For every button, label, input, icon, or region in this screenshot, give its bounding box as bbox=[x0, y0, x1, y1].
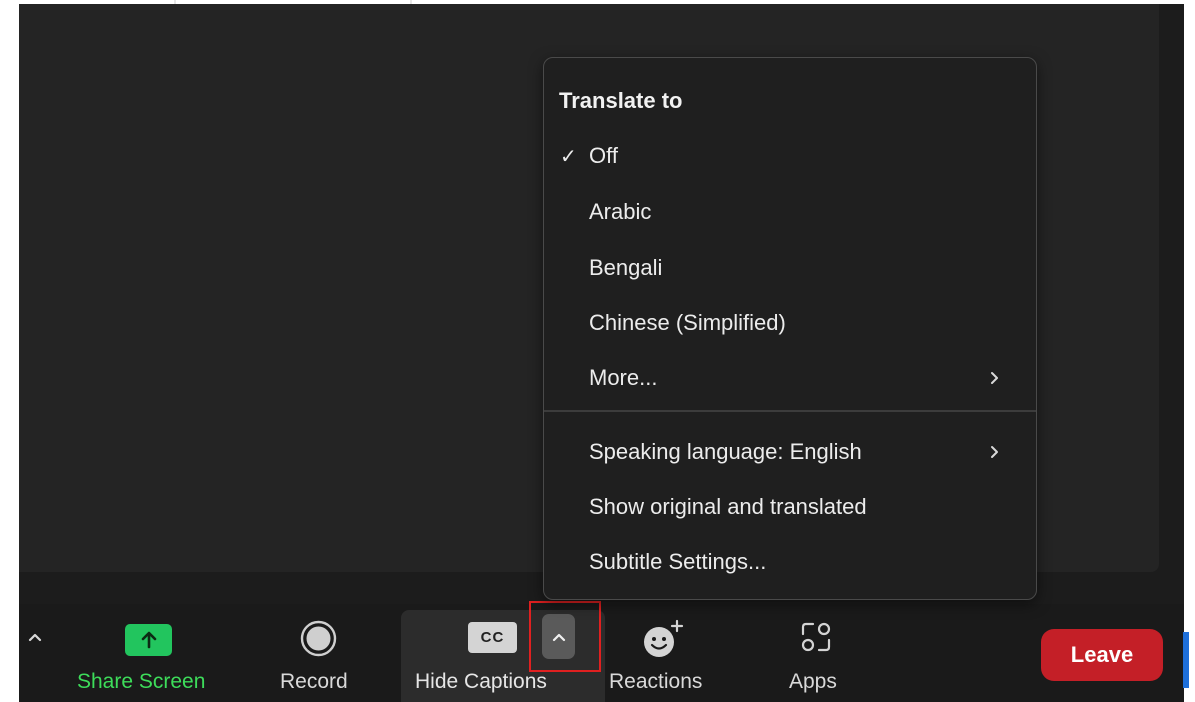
chevron-up-icon[interactable] bbox=[24, 626, 46, 648]
smiley-plus-icon bbox=[641, 618, 685, 660]
side-edge bbox=[1183, 632, 1189, 688]
captions-options-button[interactable] bbox=[542, 614, 575, 659]
arrow-up-icon bbox=[125, 624, 172, 656]
menu-item-off[interactable]: ✓ Off bbox=[544, 133, 1036, 179]
menu-item-more[interactable]: More... bbox=[544, 355, 1036, 401]
checkmark-icon: ✓ bbox=[560, 145, 577, 168]
zoom-window: Share Screen Record CC Hide Captions Rea… bbox=[0, 0, 1195, 702]
menu-divider bbox=[544, 410, 1036, 412]
menu-item-label: More... bbox=[589, 365, 658, 390]
chevron-right-icon bbox=[991, 372, 998, 384]
chevron-up-icon bbox=[552, 633, 565, 641]
menu-item-speaking-language[interactable]: Speaking language: English bbox=[544, 429, 1036, 475]
menu-item-label: Chinese (Simplified) bbox=[589, 310, 786, 335]
menu-item-subtitle-settings[interactable]: Subtitle Settings... bbox=[544, 539, 1036, 585]
leave-button[interactable]: Leave bbox=[1041, 629, 1163, 681]
menu-item-bengali[interactable]: Bengali bbox=[544, 245, 1036, 291]
menu-item-show-original-translated[interactable]: Show original and translated bbox=[544, 484, 1036, 530]
cc-icon: CC bbox=[468, 622, 517, 653]
top-edge-marker bbox=[174, 0, 412, 4]
menu-item-label: Off bbox=[589, 143, 618, 168]
meeting-toolbar: Share Screen Record CC Hide Captions Rea… bbox=[19, 601, 1189, 702]
menu-heading: Translate to bbox=[559, 88, 683, 113]
menu-item-label: Speaking language: English bbox=[589, 439, 862, 464]
reactions-label: Reactions bbox=[609, 670, 703, 693]
chevron-right-icon bbox=[991, 446, 998, 458]
menu-item-arabic[interactable]: Arabic bbox=[544, 189, 1036, 235]
apps-icon bbox=[799, 620, 833, 654]
menu-item-label: Show original and translated bbox=[589, 494, 867, 519]
menu-item-chinese-simplified[interactable]: Chinese (Simplified) bbox=[544, 300, 1036, 346]
menu-item-label: Arabic bbox=[589, 199, 652, 224]
translate-menu: Translate to ✓ Off Arabic Bengali Chines… bbox=[543, 57, 1037, 600]
apps-label: Apps bbox=[789, 670, 837, 693]
menu-item-label: Bengali bbox=[589, 255, 663, 280]
hide-captions-label: Hide Captions bbox=[415, 670, 547, 693]
menu-item-label: Subtitle Settings... bbox=[589, 549, 767, 574]
record-label: Record bbox=[280, 670, 348, 693]
record-circle-icon bbox=[300, 620, 337, 657]
share-screen-label: Share Screen bbox=[77, 670, 206, 693]
